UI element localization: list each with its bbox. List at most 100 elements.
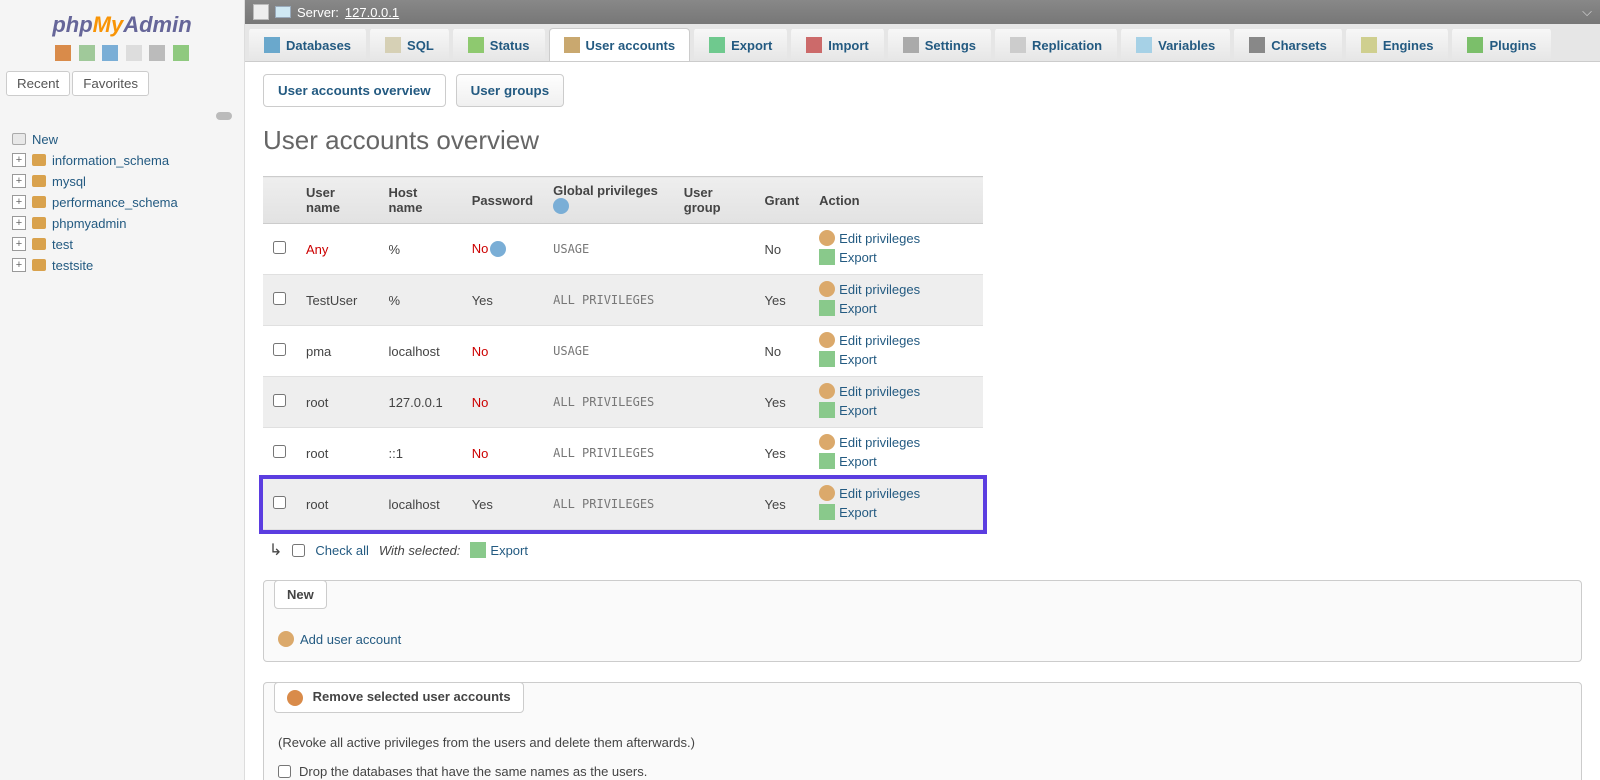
tree-db-label[interactable]: testsite [52,258,93,273]
col-action: Action [809,177,983,224]
settings-icon[interactable] [149,45,165,61]
drop-db-label: Drop the databases that have the same na… [299,764,647,779]
drop-db-checkbox[interactable] [278,765,291,778]
tab-export[interactable]: Export [694,28,787,61]
hint-icon[interactable] [553,198,569,214]
tree-db-testsite[interactable]: + testsite [6,255,238,276]
col-host: Host name [378,177,461,224]
tab-charsets[interactable]: Charsets [1234,28,1342,61]
subtab-groups[interactable]: User groups [456,74,565,107]
add-user-label: Add user account [300,632,401,647]
tree-db-test[interactable]: + test [6,234,238,255]
expand-icon[interactable]: + [12,174,26,188]
edit-priv-icon [819,485,835,501]
tab-recent[interactable]: Recent [6,71,70,96]
docs-icon[interactable] [126,45,142,61]
export-user-link[interactable]: Export [839,454,877,469]
tree-db-performance_schema[interactable]: + performance_schema [6,192,238,213]
tree-new-db[interactable]: New [6,129,238,150]
tree-db-phpmyadmin[interactable]: + phpmyadmin [6,213,238,234]
row-checkbox[interactable] [273,496,286,509]
export-user-link[interactable]: Export [839,250,877,265]
edit-privileges-link[interactable]: Edit privileges [839,231,920,246]
edit-privileges-link[interactable]: Edit privileges [839,384,920,399]
logo[interactable]: phpMyAdmin [6,6,238,40]
row-checkbox[interactable] [273,394,286,407]
export-icon [819,351,835,367]
table-row: Any%NoUSAGENoEdit privilegesExport [263,224,983,275]
logout-icon[interactable] [79,45,95,61]
tab-variables[interactable]: Variables [1121,28,1230,61]
cell-priv: ALL PRIVILEGES [543,479,674,530]
tree-db-mysql[interactable]: + mysql [6,171,238,192]
table-header-row: User name Host name Password Global priv… [263,177,983,224]
tab-engines[interactable]: Engines [1346,28,1449,61]
tab-status[interactable]: Status [453,28,545,61]
row-checkbox[interactable] [273,292,286,305]
subtab-overview[interactable]: User accounts overview [263,74,446,107]
subtabs: User accounts overview User groups [263,74,1582,107]
tree-new-label[interactable]: New [32,132,58,147]
edit-privileges-link[interactable]: Edit privileges [839,333,920,348]
edit-priv-icon [819,230,835,246]
drop-db-option[interactable]: Drop the databases that have the same na… [278,764,1567,779]
export-icon [819,453,835,469]
tab-import[interactable]: Import [791,28,883,61]
tab-label: Status [490,38,530,53]
checkall-checkbox[interactable] [292,544,305,557]
cell-priv: ALL PRIVILEGES [543,275,674,326]
password-hint-icon[interactable] [490,241,506,257]
collapse-icon[interactable]: ⌵ [1582,4,1592,20]
tab-databases[interactable]: Databases [249,28,366,61]
tree-db-label[interactable]: information_schema [52,153,169,168]
tree-db-information_schema[interactable]: + information_schema [6,150,238,171]
export-icon [819,504,835,520]
db-icon [264,37,280,53]
link-icon[interactable] [216,112,232,120]
cell-group [674,326,755,377]
edit-privileges-link[interactable]: Edit privileges [839,486,920,501]
with-selected-export[interactable]: Export [490,543,528,558]
import-icon [806,37,822,53]
add-user-link[interactable]: Add user account [278,631,1567,647]
nav-back-icon[interactable] [253,4,269,20]
expand-icon[interactable]: + [12,216,26,230]
edit-privileges-link[interactable]: Edit privileges [839,435,920,450]
tree-db-label[interactable]: phpmyadmin [52,216,126,231]
export-user-link[interactable]: Export [839,301,877,316]
expand-icon[interactable]: + [12,237,26,251]
charsets-icon [1249,37,1265,53]
tree-db-label[interactable]: performance_schema [52,195,178,210]
checkall-link[interactable]: Check all [315,543,368,558]
sidebar-quick-icons [6,40,238,71]
tab-sql[interactable]: SQL [370,28,449,61]
row-checkbox[interactable] [273,445,286,458]
tree-db-label[interactable]: mysql [52,174,86,189]
cell-password: Yes [462,479,543,530]
expand-icon[interactable]: + [12,258,26,272]
export-icon [819,402,835,418]
server-host[interactable]: 127.0.0.1 [345,5,399,20]
sidebar: phpMyAdmin Recent Favorites New + informa… [0,0,245,780]
reload-icon[interactable] [173,45,189,61]
tab-plugins[interactable]: Plugins [1452,28,1551,61]
tree-db-label[interactable]: test [52,237,73,252]
export-user-link[interactable]: Export [839,403,877,418]
expand-icon[interactable]: + [12,195,26,209]
row-checkbox[interactable] [273,343,286,356]
export-user-link[interactable]: Export [839,505,877,520]
table-row: root::1NoALL PRIVILEGESYesEdit privilege… [263,428,983,479]
tab-favorites[interactable]: Favorites [72,71,149,96]
tab-user-accounts[interactable]: User accounts [549,28,691,61]
status-icon [468,37,484,53]
tab-settings[interactable]: Settings [888,28,991,61]
tab-replication[interactable]: Replication [995,28,1117,61]
expand-icon[interactable]: + [12,153,26,167]
home-icon[interactable] [55,45,71,61]
row-checkbox[interactable] [273,241,286,254]
edit-privileges-link[interactable]: Edit privileges [839,282,920,297]
table-row: TestUser%YesALL PRIVILEGESYesEdit privil… [263,275,983,326]
cell-grant: No [755,224,810,275]
export-user-link[interactable]: Export [839,352,877,367]
help-icon[interactable] [102,45,118,61]
